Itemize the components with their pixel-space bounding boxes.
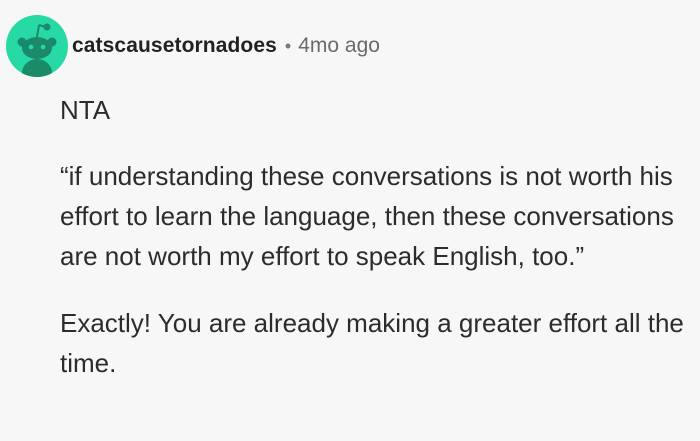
comment-paragraph: Exactly! You are already making a greate… <box>60 308 684 378</box>
comment-timestamp: 4mo ago <box>298 34 380 57</box>
comment-paragraph: “if understanding these conversations is… <box>60 161 674 271</box>
comment-author[interactable]: catscausetornadoes <box>72 34 277 58</box>
meta-separator: • <box>284 35 292 56</box>
comment-header: catscausetornadoes • 4mo ago <box>6 14 380 78</box>
comment: catscausetornadoes • 4mo ago NTA “if und… <box>0 0 700 441</box>
comment-paragraph: NTA <box>60 95 111 125</box>
reddit-snoo-avatar-icon <box>17 23 57 77</box>
user-avatar[interactable] <box>6 15 68 77</box>
comment-body: NTA “if understanding these conversation… <box>60 90 696 401</box>
